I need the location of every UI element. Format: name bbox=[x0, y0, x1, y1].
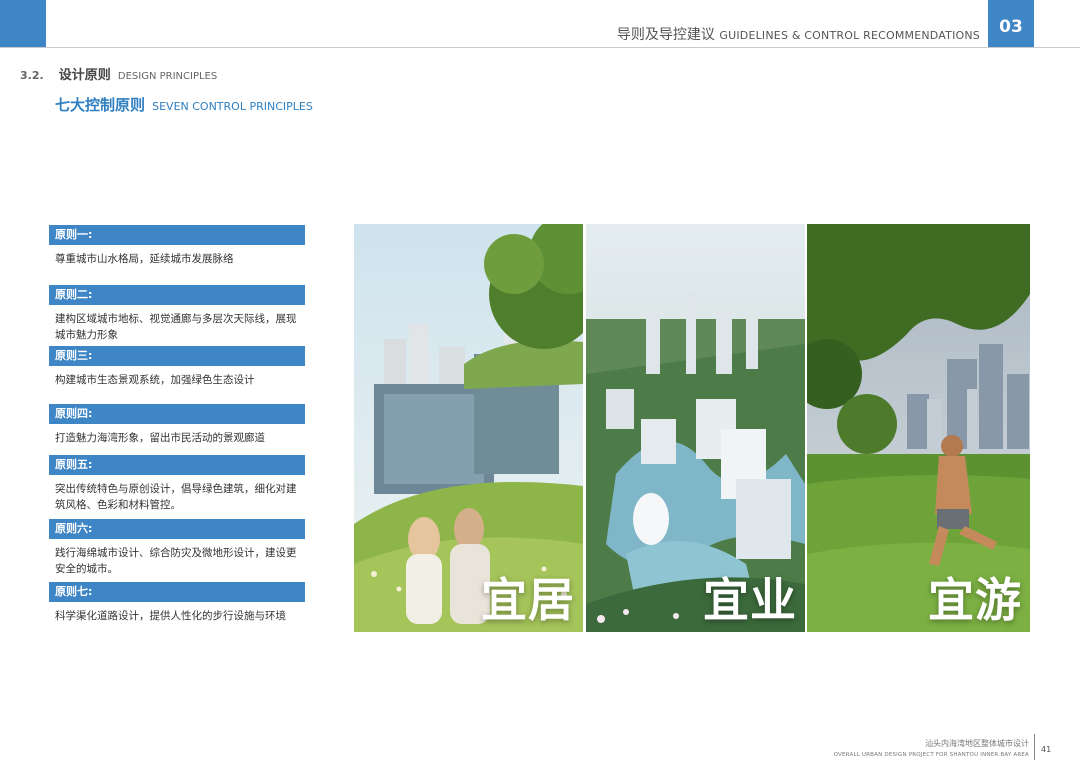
principle-label: 原则一: bbox=[49, 225, 305, 245]
principle-label: 原则七: bbox=[49, 582, 305, 602]
principle-7: 原则七: 科学渠化道路设计，提供人性化的步行设施与环境 bbox=[49, 582, 305, 624]
subsection-title-en: SEVEN CONTROL PRINCIPLES bbox=[152, 100, 313, 113]
subsection-title-zh: 七大控制原则 bbox=[55, 96, 146, 114]
photo-strip: 宜居 宜业 宜游 bbox=[354, 224, 1030, 632]
principle-text: 践行海绵城市设计、综合防灾及微地形设计，建设更安全的城市。 bbox=[55, 547, 297, 575]
section-number: 3.2. bbox=[20, 69, 44, 82]
principle-text: 尊重城市山水格局，延续城市发展脉络 bbox=[55, 253, 234, 265]
chapter-title-zh: 导则及导控建议 bbox=[616, 27, 715, 43]
principle-text: 打造魅力海湾形象，留出市民活动的景观廊道 bbox=[55, 432, 265, 444]
chapter-title-en: GUIDELINES & CONTROL RECOMMENDATIONS bbox=[719, 29, 980, 42]
photo-caption: 宜业 bbox=[703, 573, 797, 627]
chapter-number-badge: 03 bbox=[988, 0, 1034, 47]
principle-label: 原则五: bbox=[49, 455, 305, 475]
principle-label: 原则六: bbox=[49, 519, 305, 539]
footer-project-en: OVERALL URBAN DESIGN PROJECT FOR SHANTOU… bbox=[833, 752, 1029, 758]
section-title-zh: 设计原则 bbox=[58, 68, 111, 83]
principle-label: 原则四: bbox=[49, 404, 305, 424]
photo-caption: 宜游 bbox=[928, 573, 1022, 627]
principle-text: 突出传统特色与原创设计，倡导绿色建筑，细化对建筑风格、色彩和材料管控。 bbox=[55, 483, 297, 511]
principle-6: 原则六: 践行海绵城市设计、综合防灾及微地形设计，建设更安全的城市。 bbox=[49, 519, 305, 577]
photo-business: 宜业 bbox=[586, 224, 805, 632]
subsection-heading: 七大控制原则 SEVEN CONTROL PRINCIPLES bbox=[55, 94, 313, 115]
section-heading: 3.2. 设计原则 DESIGN PRINCIPLES bbox=[20, 64, 217, 83]
chapter-title: 导则及导控建议 GUIDELINES & CONTROL RECOMMENDAT… bbox=[617, 26, 980, 45]
principle-3: 原则三: 构建城市生态景观系统，加强绿色生态设计 bbox=[49, 346, 305, 388]
principle-2: 原则二: 建构区域城市地标、视觉通廊与多层次天际线，展现城市魅力形象 bbox=[49, 285, 305, 343]
principle-5: 原则五: 突出传统特色与原创设计，倡导绿色建筑，细化对建筑风格、色彩和材料管控。 bbox=[49, 455, 305, 513]
photo-leisure: 宜游 bbox=[807, 224, 1030, 632]
principle-label: 原则三: bbox=[49, 346, 305, 366]
principle-text: 建构区域城市地标、视觉通廊与多层次天际线，展现城市魅力形象 bbox=[55, 313, 297, 341]
principle-text: 构建城市生态景观系统，加强绿色生态设计 bbox=[55, 374, 255, 386]
header-divider bbox=[0, 47, 1080, 48]
principle-label: 原则二: bbox=[49, 285, 305, 305]
photo-living: 宜居 bbox=[354, 224, 583, 632]
principle-1: 原则一: 尊重城市山水格局，延续城市发展脉络 bbox=[49, 225, 305, 267]
footer-divider bbox=[1034, 734, 1035, 760]
section-title-en: DESIGN PRINCIPLES bbox=[117, 71, 218, 82]
principle-4: 原则四: 打造魅力海湾形象，留出市民活动的景观廊道 bbox=[49, 404, 305, 446]
page-number: 41 bbox=[1041, 745, 1052, 754]
principle-text: 科学渠化道路设计，提供人性化的步行设施与环境 bbox=[55, 610, 286, 622]
footer-project-zh: 汕头内海湾地区整体城市设计 bbox=[925, 739, 1029, 748]
photo-caption: 宜居 bbox=[481, 573, 575, 627]
corner-accent-block bbox=[0, 0, 46, 47]
